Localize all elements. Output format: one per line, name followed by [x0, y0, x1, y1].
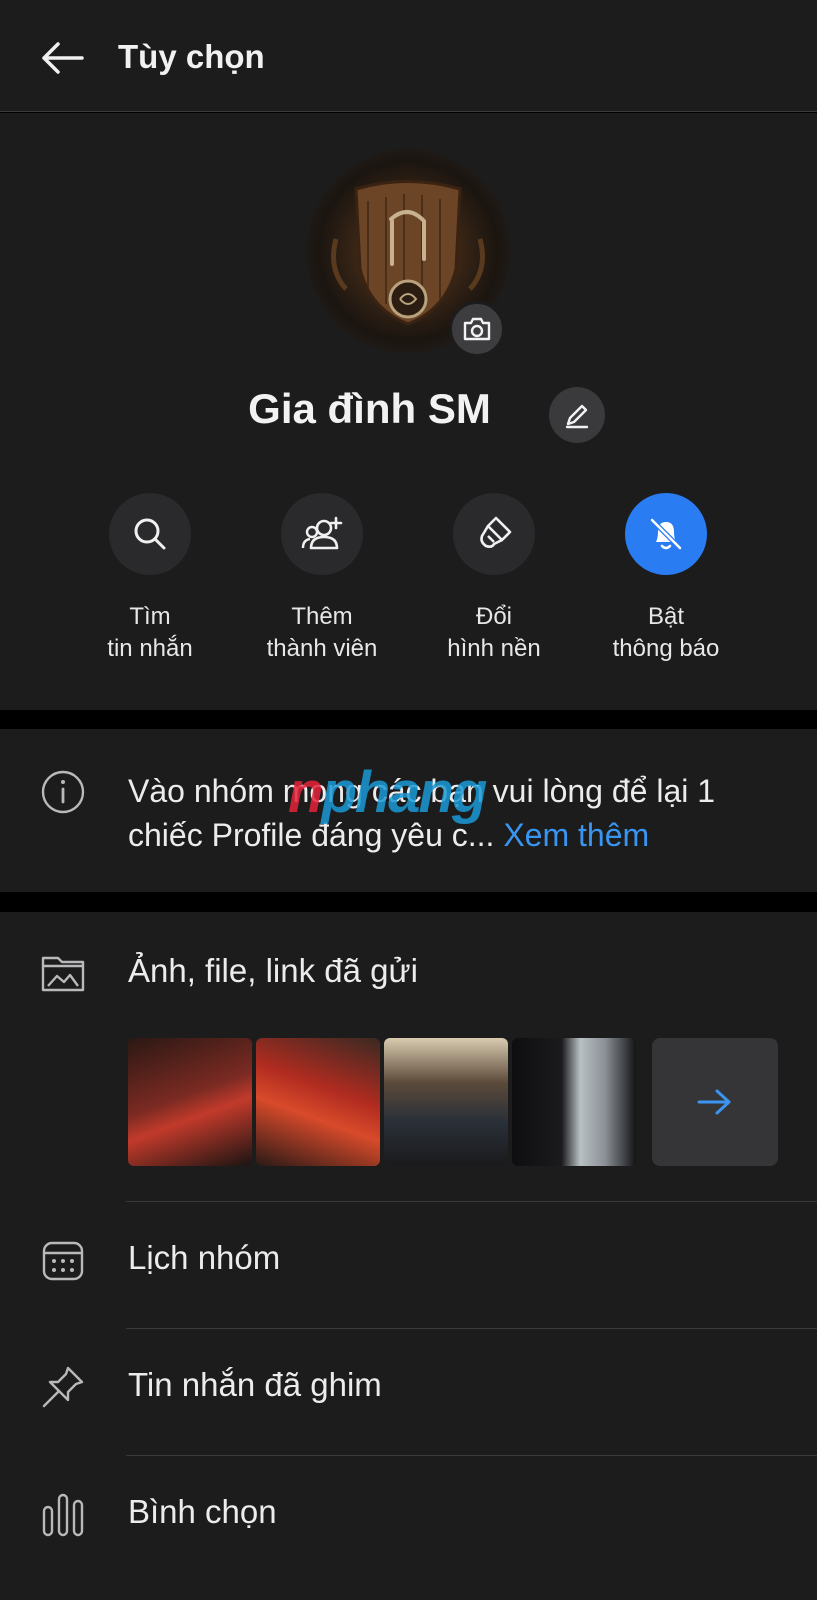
pencil-icon — [565, 404, 589, 429]
enable-notifications-action[interactable]: Bật thông báo — [580, 493, 752, 665]
camera-icon — [463, 317, 491, 341]
top-bar: Tùy chọn — [0, 0, 817, 112]
back-button[interactable] — [38, 38, 86, 78]
action-label: Đổi hình nền — [408, 601, 580, 665]
see-all-media-button[interactable] — [652, 1038, 778, 1166]
shared-media-row[interactable]: Ảnh, file, link đã gửi — [0, 912, 817, 1032]
settings-list: Ảnh, file, link đã gửi Lịch nhóm Tin nhắ… — [0, 912, 817, 1600]
action-label-line: tin nhắn — [107, 635, 193, 662]
media-thumbnail[interactable] — [256, 1038, 380, 1166]
action-label: Tìm tin nhắn — [64, 601, 236, 665]
pin-icon — [42, 1366, 84, 1408]
group-calendar-row[interactable]: Lịch nhóm — [0, 1199, 817, 1319]
arrow-right-icon — [697, 1089, 731, 1115]
arrow-left-icon — [42, 42, 84, 74]
pinned-messages-label: Tin nhắn đã ghim — [128, 1366, 382, 1403]
calendar-icon — [42, 1241, 84, 1281]
change-wallpaper-action[interactable]: Đổi hình nền — [408, 493, 580, 665]
group-name: Gia đình SM — [248, 385, 491, 432]
page-title: Tùy chọn — [118, 38, 265, 75]
shared-media-label: Ảnh, file, link đã gửi — [128, 952, 418, 989]
bell-off-icon — [650, 518, 682, 550]
group-calendar-label: Lịch nhóm — [128, 1239, 281, 1276]
action-label-line: Tìm — [129, 603, 171, 630]
action-label-line: Bật — [647, 603, 685, 630]
poll-row[interactable]: Bình chọn — [0, 1453, 817, 1573]
watermark-part: n — [288, 760, 323, 825]
image-folder-icon — [41, 956, 85, 992]
add-member-action[interactable]: Thêm thành viên — [236, 493, 408, 665]
media-thumbnail[interactable] — [384, 1038, 508, 1166]
watermark-logo: nphang — [288, 759, 487, 826]
enable-notifications-button[interactable] — [625, 493, 707, 575]
group-description-section: Vào nhóm mong các bạn vui lòng để lại 1 … — [0, 729, 817, 892]
action-label-line: thông báo — [612, 635, 720, 662]
action-label: Thêm thành viên — [236, 601, 408, 665]
action-label: Bật thông báo — [580, 601, 752, 665]
action-label-line: Đổi — [475, 603, 512, 630]
add-member-icon — [301, 516, 343, 550]
change-wallpaper-button[interactable] — [453, 493, 535, 575]
paint-brush-icon — [480, 516, 512, 548]
watermark-part: phang — [321, 760, 487, 825]
poll-icon — [42, 1493, 84, 1537]
action-label-line: Thêm — [291, 603, 353, 630]
media-thumbnail[interactable] — [128, 1038, 252, 1166]
add-member-button[interactable] — [281, 493, 363, 575]
action-label-line: thành viên — [266, 635, 378, 662]
search-messages-action[interactable]: Tìm tin nhắn — [64, 493, 236, 665]
profile-section: Gia đình SM Tìm tin nhắn Thêm thành viên… — [0, 113, 817, 710]
info-icon — [41, 770, 85, 814]
poll-label: Bình chọn — [128, 1493, 277, 1530]
see-more-link[interactable]: Xem thêm — [503, 817, 649, 853]
pinned-messages-row[interactable]: Tin nhắn đã ghim — [0, 1326, 817, 1446]
action-label-line: hình nền — [447, 635, 541, 662]
media-thumbnail[interactable] — [512, 1038, 636, 1166]
search-messages-button[interactable] — [109, 493, 191, 575]
search-icon — [134, 518, 166, 550]
edit-name-button[interactable] — [549, 387, 605, 443]
change-photo-button[interactable] — [449, 301, 505, 357]
